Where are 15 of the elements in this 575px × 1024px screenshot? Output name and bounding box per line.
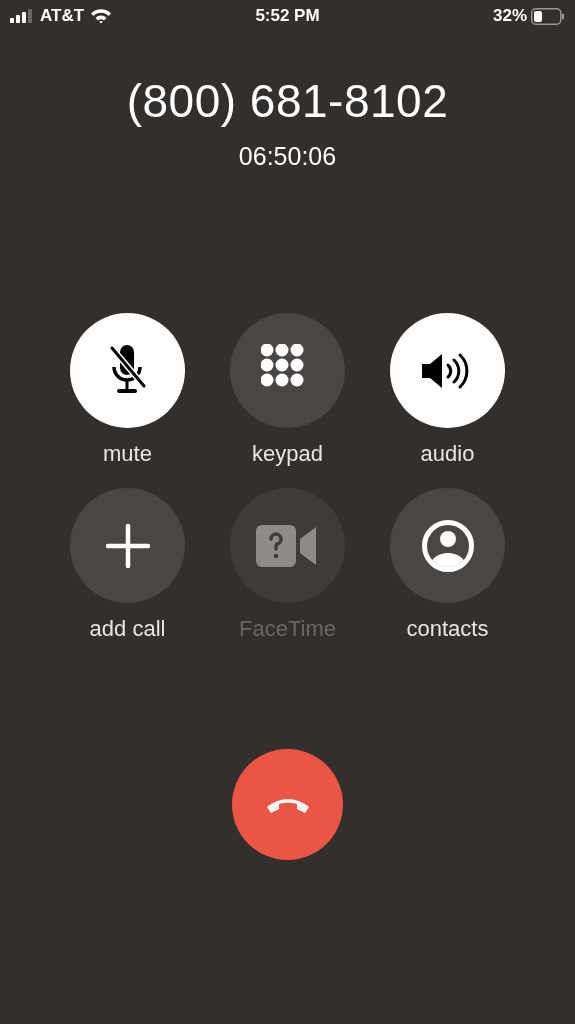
- keypad-label: keypad: [252, 440, 323, 468]
- mute-label: mute: [103, 440, 152, 468]
- battery-icon: [531, 7, 565, 25]
- battery-percentage: 32%: [492, 6, 527, 26]
- carrier-name: AT&T: [40, 6, 85, 26]
- plus-icon: [105, 523, 150, 568]
- clock: 5:52 PM: [255, 6, 320, 26]
- signal-icon: [10, 9, 34, 23]
- wifi-icon: [90, 8, 113, 24]
- add-label: add call: [89, 615, 166, 643]
- contacts-label: contacts: [406, 615, 489, 643]
- audio-label: audio: [420, 440, 475, 468]
- person-circle-icon: [420, 518, 475, 573]
- phone-number: (800) 681-8102: [126, 74, 449, 128]
- call-duration: 06:50:06: [238, 142, 337, 171]
